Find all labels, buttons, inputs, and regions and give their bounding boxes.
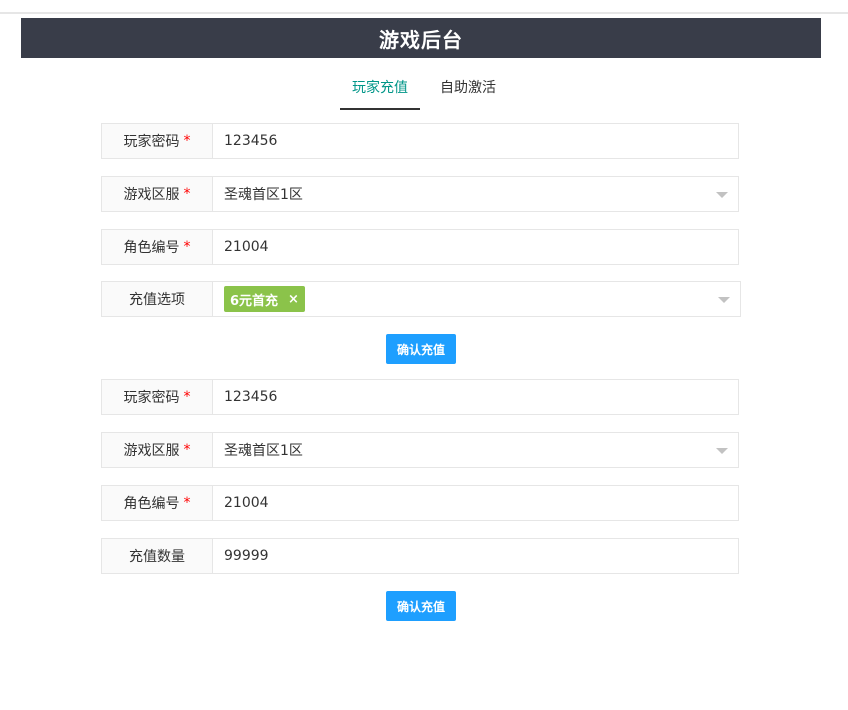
form2-server-label: 游戏区服 * — [102, 433, 213, 467]
form1-submit-button[interactable]: 确认充值 — [386, 334, 456, 364]
form1-password-label: 玩家密码 * — [102, 124, 213, 158]
form1-server-label: 游戏区服 * — [102, 177, 213, 211]
chevron-down-icon — [718, 297, 730, 303]
selected-option-tag: 6元首充 × — [224, 286, 305, 312]
form2-amount-label: 充值数量 — [102, 539, 213, 573]
form2-server-select[interactable]: 圣魂首区1区 — [213, 433, 738, 467]
form2-password-label: 玩家密码 * — [102, 380, 213, 414]
close-icon[interactable]: × — [288, 292, 299, 307]
form1-role-label: 角色编号 * — [102, 230, 213, 264]
required-mark: * — [183, 133, 191, 149]
form2-server-row: 游戏区服 * 圣魂首区1区 — [101, 432, 739, 468]
form1-option-multiselect[interactable]: 6元首充 × — [213, 282, 740, 316]
form2-amount-row: 充值数量 99999 — [101, 538, 739, 574]
form1-role-row: 角色编号 * 21004 — [101, 229, 739, 265]
form1-password-row: 玩家密码 * 123456 — [101, 123, 739, 159]
tab-player-recharge[interactable]: 玩家充值 — [340, 70, 420, 110]
app-header: 游戏后台 — [21, 18, 821, 58]
form1-option-label: 充值选项 — [102, 282, 213, 316]
form2-submit-button[interactable]: 确认充值 — [386, 591, 456, 621]
required-mark: * — [183, 239, 191, 255]
page-title: 游戏后台 — [379, 27, 463, 52]
form1-server-row: 游戏区服 * 圣魂首区1区 — [101, 176, 739, 212]
form2-amount-input[interactable]: 99999 — [213, 539, 738, 573]
form1-password-input[interactable]: 123456 — [213, 124, 738, 158]
chevron-down-icon — [716, 192, 728, 198]
form2-role-label: 角色编号 * — [102, 486, 213, 520]
required-mark: * — [183, 495, 191, 511]
chevron-down-icon — [716, 448, 728, 454]
required-mark: * — [183, 442, 191, 458]
form2-password-input[interactable]: 123456 — [213, 380, 738, 414]
form2-role-row: 角色编号 * 21004 — [101, 485, 739, 521]
required-mark: * — [183, 186, 191, 202]
form1-server-select[interactable]: 圣魂首区1区 — [213, 177, 738, 211]
tab-bar: 玩家充值 自助激活 — [0, 70, 848, 110]
top-divider — [0, 12, 848, 14]
form1-option-row: 充值选项 6元首充 × — [101, 281, 741, 317]
form2-password-row: 玩家密码 * 123456 — [101, 379, 739, 415]
tab-self-activation[interactable]: 自助激活 — [428, 70, 508, 108]
form1-role-input[interactable]: 21004 — [213, 230, 738, 264]
required-mark: * — [183, 389, 191, 405]
form2-role-input[interactable]: 21004 — [213, 486, 738, 520]
